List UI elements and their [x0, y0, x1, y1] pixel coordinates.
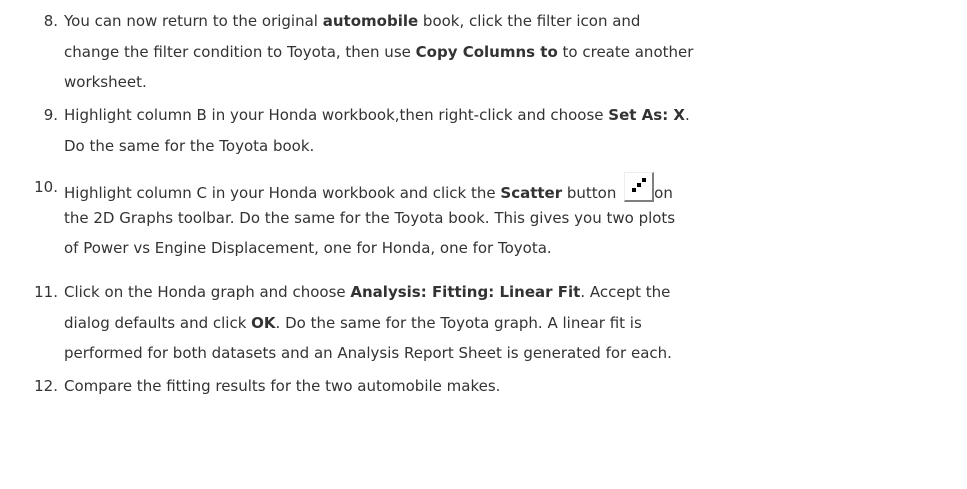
text-line: Highlight column C in your Honda workboo… [64, 172, 964, 203]
text-line: Click on the Honda graph and choose Anal… [64, 277, 964, 308]
text-run: performed for both datasets and an Analy… [64, 344, 672, 362]
text-line: performed for both datasets and an Analy… [64, 338, 964, 369]
text-run: change the filter condition to Toyota, t… [64, 42, 416, 61]
text-line: of Power vs Engine Displacement, one for… [64, 233, 964, 264]
step-number: 10. [34, 178, 58, 196]
step-text: Highlight column C in your Honda workboo… [64, 172, 964, 264]
text-run: Highlight column B in your Honda workboo… [64, 106, 609, 124]
text-run: . Do the same for the Toyota graph. A li… [275, 313, 642, 332]
text-line: dialog defaults and click OK. Do the sam… [64, 308, 964, 339]
scatter-plot-icon[interactable] [624, 172, 655, 202]
bold-term: Set As: X [608, 106, 685, 124]
text-run: to create another [557, 42, 694, 61]
text-run: button [562, 184, 622, 202]
text-line: Do the same for the Toyota book. [64, 131, 964, 162]
step-number: 9. [43, 106, 58, 124]
bold-term: Copy Columns to [415, 42, 558, 61]
text-line: Highlight column B in your Honda workboo… [64, 100, 964, 131]
text-run: dialog defaults and click [64, 313, 252, 332]
bold-term: OK [251, 313, 276, 332]
text-line: worksheet. [64, 67, 964, 98]
text-line: the 2D Graphs toolbar. Do the same for t… [64, 203, 964, 234]
text-run: the 2D Graphs toolbar. Do the same for t… [64, 208, 676, 227]
text-run: You can now return to the original [64, 12, 323, 30]
step-number: 8. [43, 12, 58, 30]
text-run: on [654, 184, 673, 202]
step-number: 12. [34, 377, 58, 395]
text-run: . Accept the [580, 283, 671, 301]
text-run: book, click the filter icon and [418, 12, 641, 30]
text-run: of Power vs Engine Displacement, one for… [64, 239, 552, 257]
text-run: Click on the Honda graph and choose [64, 283, 351, 301]
text-run: Highlight column C in your Honda workboo… [64, 184, 501, 202]
bold-term: Scatter [500, 184, 563, 202]
text-line: change the filter condition to Toyota, t… [64, 37, 964, 68]
text-run: . [685, 106, 690, 124]
text-run: Do the same for the Toyota book. [64, 136, 315, 155]
text-line: You can now return to the original autom… [64, 6, 964, 37]
bold-term: automobile [322, 12, 419, 30]
instruction-steps: 8. You can now return to the original au… [0, 0, 967, 489]
text-run: Compare the fitting results for the two … [64, 377, 501, 395]
step-text: Click on the Honda graph and choose Anal… [64, 277, 964, 369]
text-line: Compare the fitting results for the two … [64, 371, 964, 402]
step-number: 11. [34, 283, 58, 301]
step-text: Compare the fitting results for the two … [64, 371, 964, 402]
bold-term: Analysis: Fitting: Linear Fit [350, 283, 581, 301]
text-run: worksheet. [64, 73, 147, 91]
step-text: Highlight column B in your Honda workboo… [64, 100, 964, 161]
step-text: You can now return to the original autom… [64, 6, 964, 98]
